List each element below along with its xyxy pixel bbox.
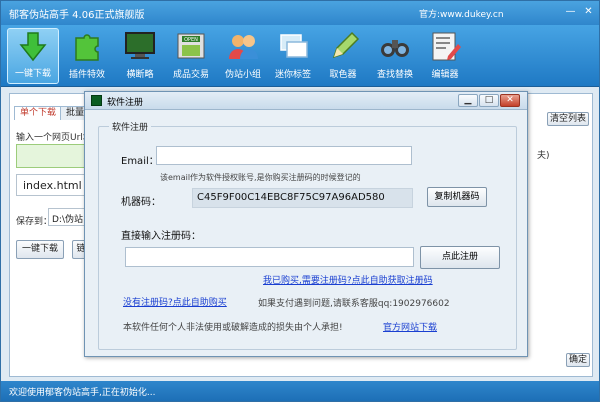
toolbar-download[interactable]: 一键下载	[7, 28, 59, 84]
dialog-close-button[interactable]: ✕	[500, 94, 520, 107]
app-title: 郁客伪站高手 4.06正式旗舰版	[9, 10, 145, 21]
save-to-label: 保存到：	[16, 217, 53, 227]
register-button[interactable]: 点此注册	[420, 246, 500, 269]
regcode-input[interactable]	[125, 247, 414, 267]
toolbar-find-replace[interactable]: 查找替换	[369, 28, 421, 84]
monitor-icon	[123, 30, 157, 62]
pen-icon	[326, 30, 360, 62]
get-regcode-link[interactable]: 我已购买,需要注册码?点此自助获取注册码	[263, 273, 433, 286]
filename-input[interactable]: index.html	[16, 174, 88, 196]
email-hint: 该email作为软件授权账号,是你购买注册码的时候登记的	[160, 173, 361, 182]
tab-single-download[interactable]: 单个下载	[14, 106, 63, 120]
status-bar: 欢迎使用郁客伪站高手,正在初始化...	[1, 381, 599, 401]
ok-button[interactable]: 确定	[566, 353, 590, 367]
buy-regcode-link[interactable]: 没有注册码?点此自助购买	[123, 295, 227, 308]
svg-text:OPEN: OPEN	[184, 37, 198, 43]
registration-dialog: 软件注册 ▁ □ ✕ 软件注册 Email： 该email作为软件授权账号,是你…	[84, 91, 528, 357]
toolbar-label: 伪站小组	[224, 70, 261, 80]
dialog-maximize-button[interactable]: □	[479, 94, 499, 107]
users-icon	[226, 30, 260, 62]
toolbar-editor[interactable]: 编辑器	[419, 28, 471, 84]
windows-icon	[276, 30, 310, 62]
list-edge-text: 夫)	[537, 151, 550, 161]
editor-icon	[428, 30, 462, 62]
disclaimer-text: 本软件任何个人非法使用或破解造成的损失由个人承担!	[123, 323, 343, 333]
copy-machine-code-button[interactable]: 复制机器码	[427, 187, 487, 207]
toolbar-label: 一键下载	[14, 69, 51, 79]
close-button[interactable]: ✕	[581, 5, 596, 19]
support-text: 如果支付遇到问题,请联系客服qq:1902976602	[258, 299, 450, 309]
machine-code-label: 机器码：	[121, 197, 161, 208]
toolbar-tags[interactable]: 迷你标签	[267, 28, 319, 84]
toolbar-label: 横断略	[126, 70, 154, 80]
official-download-link[interactable]: 官方网站下载	[383, 320, 437, 333]
toolbar-banner[interactable]: 横断略	[114, 28, 166, 84]
clear-list-button[interactable]: 清空列表	[547, 112, 589, 126]
url-input[interactable]	[16, 144, 88, 168]
site-url: 官方:www.dukey.cn	[419, 10, 504, 20]
download-arrow-icon	[16, 31, 50, 63]
toolbar-trade[interactable]: OPEN 成品交易	[165, 28, 217, 84]
toolbar-label: 编辑器	[431, 70, 459, 80]
dialog-title-bar: 软件注册 ▁ □ ✕	[85, 92, 527, 110]
app-icon	[91, 95, 102, 106]
open-shop-icon: OPEN	[174, 30, 208, 62]
machine-code-field: C45F9F00C14EBC8F75C97A96AD580	[192, 188, 413, 208]
title-bar: 郁客伪站高手 4.06正式旗舰版 官方:www.dukey.cn — ✕	[1, 1, 599, 25]
toolbar-plugins[interactable]: 插件特效	[61, 28, 113, 84]
one-click-download-button[interactable]: 一键下载	[16, 240, 64, 259]
save-path-input[interactable]: D:\伪站	[48, 208, 88, 226]
toolbar-label: 成品交易	[172, 70, 209, 80]
toolbar-label: 迷你标签	[274, 70, 311, 80]
dialog-minimize-button[interactable]: ▁	[458, 94, 478, 107]
toolbar-group[interactable]: 伪站小组	[217, 28, 269, 84]
regcode-label: 直接输入注册码：	[121, 231, 201, 242]
puzzle-icon	[70, 30, 104, 62]
status-text: 欢迎使用郁客伪站高手,正在初始化...	[9, 388, 156, 398]
email-label: Email：	[121, 156, 159, 167]
toolbar-picker[interactable]: 取色器	[317, 28, 369, 84]
binoculars-icon	[378, 30, 412, 62]
toolbar-label: 插件特效	[68, 70, 105, 80]
dialog-title: 软件注册	[107, 98, 144, 108]
toolbar-label: 查找替换	[376, 70, 413, 80]
group-label: 软件注册	[109, 120, 152, 133]
url-hint: 输入一个网页Url地	[16, 133, 92, 143]
email-input[interactable]	[156, 146, 412, 165]
toolbar-label: 取色器	[329, 70, 357, 80]
machine-code-value: C45F9F00C14EBC8F75C97A96AD580	[197, 192, 385, 203]
filename-value: index.html	[23, 179, 82, 192]
toolbar: 一键下载 插件特效 横断略 OPEN 成品交易 伪站小组 迷你标签 取色器 查找…	[1, 25, 599, 87]
minimize-button[interactable]: —	[563, 5, 578, 19]
save-path-value: D:\伪站	[52, 215, 83, 225]
